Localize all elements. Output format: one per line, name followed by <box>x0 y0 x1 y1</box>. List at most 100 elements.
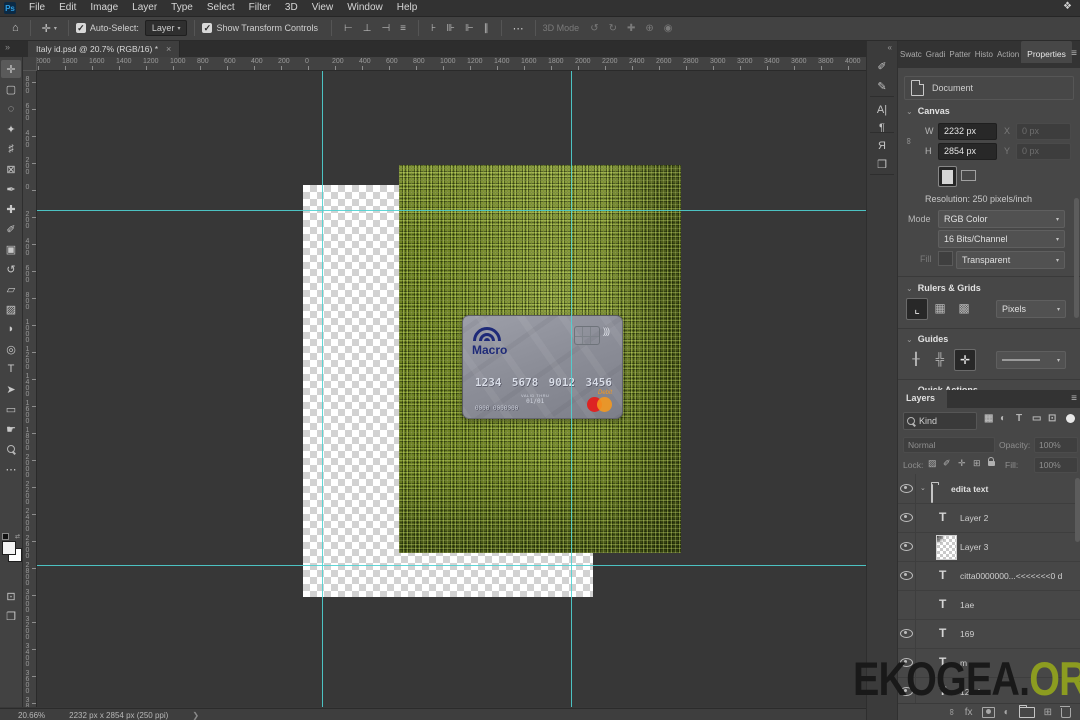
zoom-tool[interactable] <box>1 440 21 458</box>
panel-tab-gradi[interactable]: Gradi <box>924 40 948 59</box>
link-layers-icon[interactable]: ∞ <box>948 709 958 715</box>
align-right-icon[interactable]: ⊣ <box>376 23 395 34</box>
swap-colors-icon[interactable]: ⇄ <box>15 533 20 540</box>
lock-artboard-icon[interactable]: ⊞ <box>973 458 981 469</box>
fill-select[interactable]: Transparent <box>956 251 1065 269</box>
frame-tool[interactable]: ⊠ <box>1 160 21 178</box>
panel-tab-swatc[interactable]: Swatc <box>898 40 924 59</box>
filter-smart-icon[interactable]: ⊡ <box>1048 413 1056 424</box>
blend-mode-select[interactable]: Normal <box>903 437 995 453</box>
rulers-grids-header[interactable]: ⌄ Rulers & Grids <box>906 283 981 293</box>
properties-scrollbar[interactable] <box>1074 198 1079 318</box>
auto-select-checkbox[interactable]: ✓ <box>75 23 86 33</box>
layer-thumbnail[interactable] <box>936 535 957 560</box>
eraser-tool[interactable]: ▱ <box>1 280 21 298</box>
guide-vertical-1[interactable] <box>322 70 323 707</box>
menu-help[interactable]: Help <box>390 0 425 16</box>
ruler-units-select[interactable]: Pixels <box>996 300 1066 318</box>
3d-slide-icon[interactable]: ⊕ <box>640 23 658 34</box>
canvas-section-header[interactable]: ⌄ Canvas <box>906 106 950 116</box>
shape-tool[interactable]: ▭ <box>1 400 21 418</box>
menu-3d[interactable]: 3D <box>278 0 305 16</box>
layer-row[interactable]: T 169 <box>898 619 1080 649</box>
layer-row[interactable]: T 1ae <box>898 590 1080 620</box>
color-swatches[interactable]: ⇄ <box>2 533 22 562</box>
quick-mask-button[interactable]: ⊡ <box>1 587 21 605</box>
distribute-v-icon[interactable]: ∥ <box>479 23 494 34</box>
guide-vertical-2[interactable] <box>571 70 572 707</box>
rectangular-marquee-tool[interactable]: ▢ <box>1 80 21 98</box>
properties-document-row[interactable]: Document <box>904 76 1074 100</box>
lock-all-icon[interactable] <box>988 457 995 468</box>
3d-roll-icon[interactable]: ↻ <box>604 23 622 34</box>
lock-pixels-icon[interactable]: ✐ <box>943 458 951 469</box>
visibility-cell[interactable] <box>898 561 916 590</box>
menu-select[interactable]: Select <box>200 0 242 16</box>
document-canvas[interactable]: Macro ))) 1234 5678 9012 3456 VALID THRU 01/… <box>36 70 866 707</box>
panel-tab-properties[interactable]: Properties <box>1021 41 1072 63</box>
filter-shape-icon[interactable]: ▭ <box>1032 413 1041 424</box>
hand-tool[interactable]: ☛ <box>1 420 21 438</box>
zoom-percentage[interactable]: 20.66% <box>18 711 45 720</box>
distribute-right-icon[interactable]: ⊩ <box>460 23 479 34</box>
layer-effects-icon[interactable]: fx <box>965 707 973 718</box>
3d-orbit-icon[interactable]: ↺ <box>585 23 603 34</box>
3d-camera-icon[interactable]: ◉ <box>659 23 678 34</box>
filter-pixel-icon[interactable]: ▦ <box>984 413 993 424</box>
gradient-tool[interactable]: ▨ <box>1 300 21 318</box>
layers-tab[interactable]: Layers <box>898 390 948 411</box>
new-adjustment-icon[interactable]: ◐ <box>1004 707 1010 718</box>
eyedropper-tool[interactable]: ✒ <box>1 180 21 198</box>
layer-name[interactable]: 169 <box>960 629 974 639</box>
spot-healing-tool[interactable]: ✚ <box>1 200 21 218</box>
visibility-cell[interactable] <box>898 590 916 619</box>
menu-window[interactable]: Window <box>340 0 390 16</box>
mode-select[interactable]: RGB Color <box>938 210 1065 228</box>
object-selection-tool[interactable]: ✦ <box>1 120 21 138</box>
filter-toggle[interactable] <box>1066 414 1075 423</box>
align-center-v-icon[interactable]: ≡ <box>395 23 411 34</box>
properties-menu-icon[interactable]: ≡ <box>1071 48 1077 59</box>
toggle-rulers-button[interactable]: ⌞ <box>906 298 928 320</box>
menu-edit[interactable]: Edit <box>52 0 83 16</box>
guide-style-select[interactable] <box>996 351 1066 369</box>
toggle-grid-button[interactable]: ▦ <box>930 298 950 318</box>
expand-group-icon[interactable]: ⌄ <box>920 484 926 492</box>
paragraph-panel-icon[interactable]: ¶ <box>872 120 892 136</box>
layer-name[interactable]: citta0000000...<<<<<<<0 d <box>960 571 1062 581</box>
dodge-tool[interactable]: ◎ <box>1 340 21 358</box>
layer-name[interactable]: Layer 3 <box>960 542 988 552</box>
show-transform-checkbox[interactable]: ✓ <box>202 23 213 33</box>
screen-mode-button[interactable]: ❐ <box>1 607 21 625</box>
guides-section-header[interactable]: ⌄ Guides <box>906 334 948 344</box>
new-layer-icon[interactable]: ⊞ <box>1044 707 1052 718</box>
brushes-icon[interactable]: ✎ <box>872 78 892 94</box>
layer-row[interactable]: Tcitta0000000...<<<<<<<0 d <box>898 561 1080 591</box>
guide-horizontal-2[interactable] <box>36 565 866 566</box>
3d-pan-icon[interactable]: ✚ <box>622 23 640 34</box>
menu-image[interactable]: Image <box>83 0 125 16</box>
filter-adjustment-icon[interactable]: ◐ <box>1000 413 1006 424</box>
history-brush-tool[interactable]: ↺ <box>1 260 21 278</box>
kind-filter-dropdown[interactable]: Kind <box>903 412 977 430</box>
panel-tab-action[interactable]: Action <box>995 40 1021 59</box>
align-center-h-icon[interactable]: ⊥ <box>358 23 377 34</box>
brush-settings-icon[interactable]: ✐ <box>872 58 892 74</box>
visibility-cell[interactable] <box>898 503 916 532</box>
layer-name[interactable]: Layer 2 <box>960 513 988 523</box>
default-colors-icon[interactable] <box>2 533 9 540</box>
layer-name[interactable]: edita text <box>951 484 988 494</box>
path-selection-tool[interactable]: ➤ <box>1 380 21 398</box>
visibility-cell[interactable] <box>898 474 916 503</box>
bit-depth-select[interactable]: 16 Bits/Channel <box>938 230 1065 248</box>
close-tab-icon[interactable]: × <box>166 44 171 54</box>
layers-scrollbar[interactable] <box>1075 478 1080 542</box>
foreground-color-swatch[interactable] <box>2 541 16 555</box>
smart-guides-button[interactable]: ✛ <box>954 349 976 371</box>
menu-type[interactable]: Type <box>164 0 200 16</box>
artboard-guides-button[interactable]: ╬ <box>930 349 950 369</box>
toggle-pixel-grid-button[interactable]: ▩ <box>954 298 974 318</box>
orientation-portrait-button[interactable] <box>938 166 957 187</box>
auto-select-target-dropdown[interactable]: Layer <box>144 20 188 36</box>
expand-panels-icon[interactable]: » <box>5 42 10 52</box>
